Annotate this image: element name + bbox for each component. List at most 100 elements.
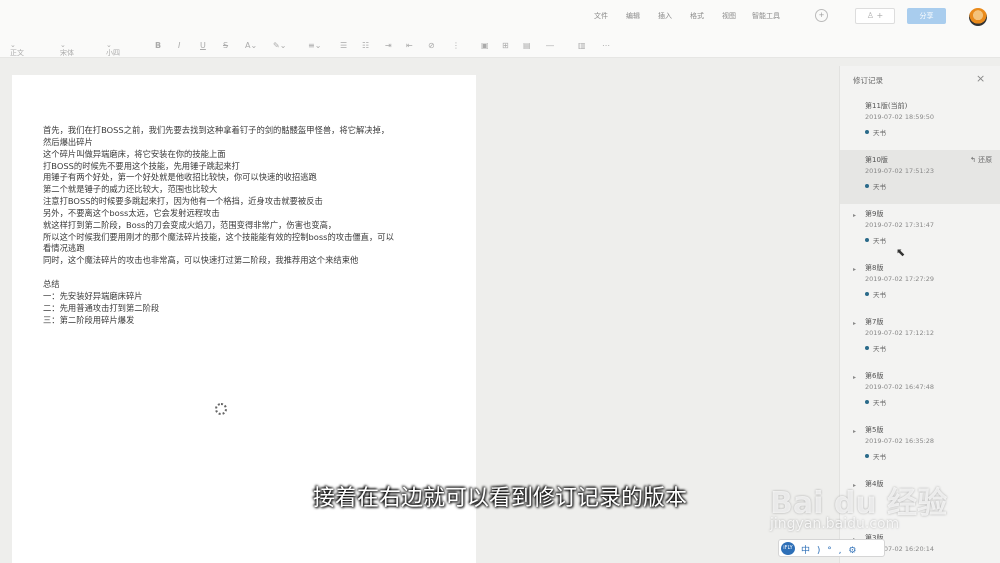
expand-arrow-icon[interactable]: ▸ (853, 212, 856, 219)
avatar[interactable] (969, 8, 987, 26)
author-dot-icon (865, 400, 869, 404)
align-icon[interactable]: ≡⌄ (308, 41, 321, 50)
document-line[interactable]: 三：第二阶段用碎片爆发 (43, 315, 463, 327)
version-item[interactable]: ▸ 第7版 2019-07-02 17:12:12 天书 (840, 317, 1000, 371)
list-ordered-icon[interactable]: ☰ (340, 41, 347, 50)
document-line[interactable]: 打BOSS的时候先不要用这个技能，先用锤子跳起来打 (43, 161, 463, 173)
version-author: 天书 (865, 127, 886, 137)
highlight-icon[interactable]: ✎⌄ (273, 41, 286, 50)
clear-format-icon[interactable]: ⊘ (428, 41, 435, 50)
ime-logo-icon: iFLY (781, 542, 795, 555)
ime-toolbar[interactable]: iFLY 中 ) ° , ⚙ (778, 539, 885, 557)
expand-arrow-icon[interactable]: ▸ (853, 320, 856, 327)
document-line[interactable]: 首先，我们在打BOSS之前，我们先要去找到这种拿着钉子的剑的骷髅盔甲怪兽，将它解… (43, 125, 463, 137)
watermark-url: jingyan.baidu.com (770, 516, 900, 532)
italic-icon[interactable]: I (178, 41, 180, 50)
author-dot-icon (865, 184, 869, 188)
mouse-cursor-icon: ⬉ (896, 246, 906, 259)
version-item[interactable]: ▸ 第9版 2019-07-02 17:31:47 天书 (840, 209, 1000, 263)
document-line[interactable] (43, 267, 463, 279)
more-icon[interactable]: ⋯ (602, 41, 610, 50)
document-line[interactable]: 注意打BOSS的时候要多跳起来打，因为他有一个格挡，近身攻击就要被反击 (43, 196, 463, 208)
version-time: 2019-07-02 16:35:28 (865, 437, 935, 445)
version-item[interactable]: ▸ 第6版 2019-07-02 16:47:48 天书 (840, 371, 1000, 425)
paragraph-style-select[interactable]: 正文 ⌄ (10, 41, 24, 57)
version-item[interactable]: ▸ 第5版 2019-07-02 16:35:28 天书 (840, 425, 1000, 479)
menu-view[interactable]: 视图 (722, 11, 736, 21)
image-icon[interactable]: ▣ (481, 41, 489, 50)
document-line[interactable]: 一：先安装好异端磨床碎片 (43, 291, 463, 303)
menu-bar: 文件 编辑 插入 格式 视图 智能工具 (0, 11, 1000, 25)
chart-icon[interactable]: ▤ (523, 41, 531, 50)
comment-icon[interactable]: + (815, 9, 828, 22)
document-line[interactable]: 所以这个时候我们要用刚才的那个魔法碎片技能，这个技能能有效的控制boss的攻击僵… (43, 232, 463, 244)
author-dot-icon (865, 454, 869, 458)
author-name: 天书 (873, 345, 886, 353)
author-name: 天书 (873, 453, 886, 461)
document-line[interactable]: 总结 (43, 279, 463, 291)
author-name: 天书 (873, 399, 886, 407)
version-author: 天书 (865, 397, 886, 407)
bold-icon[interactable]: B (155, 41, 161, 50)
author-dot-icon (865, 238, 869, 242)
author-dot-icon (865, 292, 869, 296)
version-time: 2019-07-02 17:31:47 (865, 221, 935, 229)
author-name: 天书 (873, 291, 886, 299)
restore-button[interactable]: ↰ 还原 (970, 155, 992, 165)
author-name: 天书 (873, 237, 886, 245)
menu-smart-tools[interactable]: 智能工具 (752, 11, 780, 21)
menu-insert[interactable]: 插入 (658, 11, 672, 21)
document-line[interactable]: 然后爆出碎片 (43, 137, 463, 149)
restore-label: 还原 (978, 156, 993, 164)
close-icon[interactable]: × (976, 72, 985, 85)
table-icon[interactable]: ⊞ (502, 41, 509, 50)
expand-arrow-icon[interactable]: ▸ (853, 428, 856, 435)
line-spacing-icon[interactable]: ⋮ (452, 41, 460, 50)
document-line[interactable]: 这个碎片叫做异端磨床，将它安装在你的技能上面 (43, 149, 463, 161)
divider-icon[interactable]: ― (546, 41, 554, 50)
expand-arrow-icon[interactable]: ▸ (853, 266, 856, 273)
version-item[interactable]: 第11版(当前) 2019-07-02 18:59:50 天书 (840, 101, 1000, 155)
list-bullet-icon[interactable]: ☷ (362, 41, 369, 50)
version-item[interactable]: ▸ 第8版 2019-07-02 17:27:29 天书 (840, 263, 1000, 317)
paragraph-style-value: 正文 (10, 49, 24, 57)
document-line[interactable]: 另外，不要离这个boss太远，它会发射远程攻击 (43, 208, 463, 220)
version-name: 第9版 (865, 210, 884, 218)
font-size-select[interactable]: 小四 ⌄ (106, 41, 120, 57)
font-size-value: 小四 (106, 49, 120, 57)
document-line[interactable]: 同时，这个魔法碎片的攻击也非常高，可以快速打过第二阶段，我推荐用这个来结束他 (43, 255, 463, 267)
menu-edit[interactable]: 编辑 (626, 11, 640, 21)
document-line[interactable]: 第二个就是锤子的威力还比较大，范围也比较大 (43, 184, 463, 196)
document-line[interactable]: 就这样打到第二阶段，Boss的刀会变成火焰刀，范围变得非常广，伤害也变高， (43, 220, 463, 232)
version-time: 2019-07-02 17:12:12 (865, 329, 935, 337)
indent-icon[interactable]: ⇥ (385, 41, 392, 50)
document-line[interactable]: 二：先用普通攻击打到第二阶段 (43, 303, 463, 315)
add-collaborator-button[interactable]: ♙ + (855, 8, 895, 24)
document-body[interactable]: 首先，我们在打BOSS之前，我们先要去找到这种拿着钉子的剑的骷髅盔甲怪兽，将它解… (43, 125, 463, 326)
version-item[interactable]: 第10版 2019-07-02 17:51:23 天书 ↰ 还原 (840, 150, 1000, 204)
loading-spinner-icon (215, 403, 227, 415)
version-time: 2019-07-02 17:27:29 (865, 275, 935, 283)
video-subtitle: 接着在右边就可以看到修订记录的版本 (312, 486, 687, 511)
menu-format[interactable]: 格式 (690, 11, 704, 21)
version-author: 天书 (865, 451, 886, 461)
version-author: 天书 (865, 289, 886, 299)
format-painter-icon[interactable]: ▥ (578, 41, 586, 50)
version-time: 2019-07-02 18:59:50 (865, 113, 935, 121)
underline-icon[interactable]: U (200, 41, 206, 50)
expand-arrow-icon[interactable]: ▸ (853, 374, 856, 381)
font-family-select[interactable]: 宋体 ⌄ (60, 41, 74, 57)
version-time: 2019-07-02 17:51:23 (865, 167, 935, 175)
menu-file[interactable]: 文件 (594, 11, 608, 21)
version-author: 天书 (865, 181, 886, 191)
outdent-icon[interactable]: ⇤ (406, 41, 413, 50)
author-dot-icon (865, 130, 869, 134)
share-button[interactable]: 分享 (907, 8, 946, 24)
ime-status: 中 ) ° , ⚙ (801, 546, 859, 556)
version-name: 第8版 (865, 264, 884, 272)
text-color-icon[interactable]: A⌄ (245, 41, 257, 50)
document-line[interactable]: 看情况逃跑 (43, 243, 463, 255)
top-bar: 文件 编辑 插入 格式 视图 智能工具 + ♙ + 分享 (0, 0, 1000, 34)
strikethrough-icon[interactable]: S (223, 41, 228, 50)
document-line[interactable]: 用锤子有两个好处，第一个好处就是他收招比较快，你可以快速的收招逃跑 (43, 172, 463, 184)
